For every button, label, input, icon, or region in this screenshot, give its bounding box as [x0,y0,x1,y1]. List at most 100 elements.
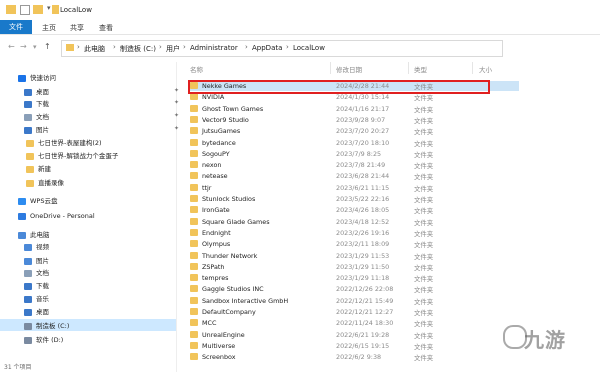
sidebar-item-label: 直播录像 [38,179,64,187]
column-size[interactable]: 大小 [479,64,492,74]
column-divider[interactable] [408,62,409,74]
file-row[interactable]: Stunlock Studios 2023/5/22 22:16 文件夹 [190,193,510,204]
file-name: Olympus [202,240,231,249]
sidebar-item[interactable]: 快速访问 [18,72,56,84]
file-type: 文件夹 [414,173,434,182]
sidebar-item[interactable]: 下载 [24,98,49,110]
sidebar-item[interactable]: OneDrive - Personal [18,212,95,224]
file-row[interactable]: UnrealEngine 2022/6/21 19:28 文件夹 [190,329,510,340]
column-date[interactable]: 修改日期 [336,64,362,74]
sidebar-item[interactable]: 文档 [24,267,49,279]
file-row[interactable]: Sandbox Interactive GmbH 2022/12/21 15:49… [190,295,510,306]
file-name: netease [202,172,228,181]
file-row[interactable]: DefaultCompany 2022/12/21 12:27 文件夹 [190,306,510,317]
forward-arrow-icon[interactable]: → [20,42,27,51]
address-bar[interactable]: › 此电脑 › 制造板 (C:) › 用户 › Administrator › … [61,40,503,57]
chevron-right-icon: › [77,43,80,51]
folder-icon [6,5,16,14]
file-row[interactable]: Endnight 2023/2/26 19:16 文件夹 [190,227,510,238]
file-row[interactable]: SogouPY 2023/7/9 8:25 文件夹 [190,148,510,159]
recent-chevron-icon[interactable]: ▾ [33,43,37,51]
breadcrumb-administrator[interactable]: Administrator [190,44,238,52]
file-row[interactable]: Ghost Town Games 2024/1/16 21:17 文件夹 [190,103,510,114]
file-row[interactable]: Square Glade Games 2023/4/18 12:52 文件夹 [190,216,510,227]
folder-icon [26,139,34,147]
file-row[interactable]: bytedance 2023/7/20 18:10 文件夹 [190,137,510,148]
breadcrumb-users[interactable]: 用户 [166,44,180,54]
breadcrumb-this-pc[interactable]: 此电脑 [84,44,105,54]
folder-icon [190,93,198,101]
sidebar-item[interactable]: 制造板 (C:) [24,320,69,332]
tab-share[interactable]: 共享 [70,23,84,33]
pane-divider[interactable] [176,62,177,372]
breadcrumb-locallow[interactable]: LocalLow [293,44,325,52]
folder-icon [190,217,198,225]
file-row[interactable]: tempres 2023/1/29 11:18 文件夹 [190,272,510,283]
file-name: Gaggle Studios INC [202,285,264,294]
column-divider[interactable] [472,62,473,74]
properties-icon[interactable] [20,5,30,15]
file-date: 2023/1/29 11:18 [336,274,390,283]
file-name: nexon [202,161,222,170]
file-row[interactable]: netease 2023/6/28 21:44 文件夹 [190,170,510,181]
file-row[interactable]: ttjr 2023/6/21 11:15 文件夹 [190,182,510,193]
column-type[interactable]: 类型 [414,64,427,74]
breadcrumb-drive-c[interactable]: 制造板 (C:) [120,44,156,54]
sidebar-item[interactable]: 视频 [24,241,49,253]
sidebar-item[interactable]: 桌面 [24,306,49,318]
chevron-down-icon[interactable]: ▾ [47,4,51,12]
file-row[interactable]: ZSPath 2023/1/29 11:50 文件夹 [190,261,510,272]
sidebar-item[interactable]: 文档 [24,111,49,123]
folder-icon [26,165,34,173]
tab-file[interactable]: 文件 [0,20,32,34]
file-date: 2023/9/28 9:07 [336,115,386,124]
tab-home[interactable]: 主页 [42,23,56,33]
sidebar-item[interactable]: 新建 [26,163,51,175]
desktop-icon [24,308,32,316]
folder-icon [190,341,198,349]
sidebar-item[interactable]: 软件 (D:) [24,334,63,346]
file-row[interactable]: JutsuGames 2023/7/20 20:27 文件夹 [190,125,510,136]
file-date: 2024/1/16 21:17 [336,104,390,113]
sidebar-item-label: 下载 [36,282,49,290]
sidebar-item[interactable]: 音乐 [24,293,49,305]
video-icon [24,243,32,251]
column-name[interactable]: 名称 [190,64,203,74]
file-type: 文件夹 [414,275,434,284]
picture-icon [24,126,32,134]
file-row[interactable]: Olympus 2023/2/11 18:09 文件夹 [190,238,510,249]
file-row[interactable]: Thunder Network 2023/1/29 11:53 文件夹 [190,250,510,261]
sidebar-item-label: 快速访问 [30,74,56,82]
file-row[interactable]: Gaggle Studios INC 2022/12/26 22:08 文件夹 [190,283,510,294]
sidebar-item[interactable]: 此电脑 [18,229,50,241]
sidebar-item[interactable]: WPS云盘 [18,195,57,207]
file-row[interactable]: IronGate 2023/4/26 18:05 文件夹 [190,204,510,215]
sidebar-item[interactable]: 桌面 [24,86,49,98]
back-arrow-icon[interactable]: ← [8,42,15,51]
new-folder-icon[interactable] [33,5,43,14]
sidebar-item[interactable]: 图片 [24,255,49,267]
sidebar-item-label: 桌面 [36,88,49,96]
file-row[interactable]: Screenbox 2022/6/2 9:38 文件夹 [190,351,510,362]
file-type: 文件夹 [414,105,434,114]
file-date: 2023/1/29 11:50 [336,262,390,271]
file-row[interactable]: MCC 2022/11/24 18:30 文件夹 [190,317,510,328]
sidebar-item[interactable]: 七日世界-表屋建构(2) [26,137,102,149]
sidebar-item[interactable]: 七日世界-解锁战力个金蛋子 [26,150,118,162]
sidebar-item[interactable]: 图片 [24,124,49,136]
sidebar-item[interactable]: 下载 [24,280,49,292]
up-arrow-icon[interactable]: ↑ [44,42,51,51]
window-title: LocalLow [60,6,92,14]
column-header: 名称 修改日期 类型 大小 [184,62,514,74]
tab-view[interactable]: 查看 [99,23,113,33]
file-row[interactable]: nexon 2023/7/8 21:49 文件夹 [190,159,510,170]
breadcrumb-appdata[interactable]: AppData [252,44,282,52]
folder-icon [190,353,198,361]
column-divider[interactable] [330,62,331,74]
file-type: 文件夹 [414,331,434,340]
file-row[interactable]: Multiverse 2022/6/15 19:15 文件夹 [190,340,510,351]
folder-icon [190,161,198,169]
file-row[interactable]: Vector9 Studio 2023/9/28 9:07 文件夹 [190,114,510,125]
sidebar-item[interactable]: 直播录像 [26,177,64,189]
folder-icon [190,195,198,202]
